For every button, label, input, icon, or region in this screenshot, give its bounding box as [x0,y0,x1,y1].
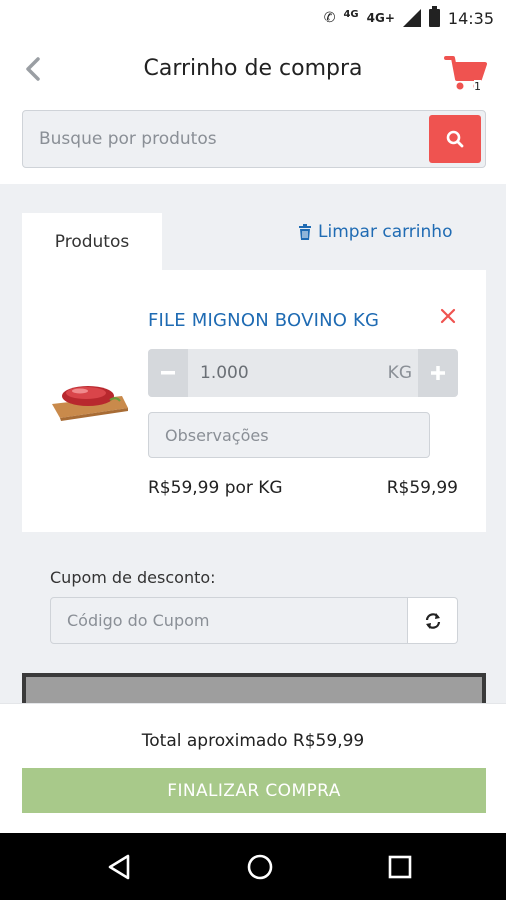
android-nav-bar [0,833,506,900]
quantity-stepper: 1.000 KG [148,349,458,397]
phone-call-icon: ✆ [323,10,336,26]
product-name[interactable]: FILE MIGNON BOVINO KG [148,310,379,331]
search-button[interactable] [429,115,481,163]
nav-back-icon[interactable] [104,851,136,883]
search-box [22,110,486,168]
network-type: 4G+ [366,11,395,25]
search-input[interactable] [23,111,429,167]
plus-icon [431,366,445,380]
network-type-small: 4G [343,8,359,20]
total-amount: Total aproximado R$59,99 [141,731,365,751]
coupon-label: Cupom de desconto: [50,568,216,587]
cart-count-badge: 1 [474,80,481,93]
clear-cart-label: Limpar carrinho [318,222,453,242]
line-total: R$59,99 [386,478,458,498]
coupon-section: Cupom de desconto: [22,532,486,674]
trash-icon [299,224,311,240]
quantity-value[interactable]: 1.000 [188,363,388,383]
unit-price: R$59,99 por KG [148,478,283,498]
remove-item-icon[interactable] [438,306,458,326]
checkout-bar: Total aproximado R$59,99 FINALIZAR COMPR… [0,703,506,833]
minus-icon [161,371,175,375]
signal-icon [402,9,421,27]
status-bar: ✆ 4G 4G+ 14:35 [0,0,506,36]
checkout-button[interactable]: FINALIZAR COMPRA [22,768,486,813]
refresh-icon [425,612,440,629]
quantity-unit: KG [387,363,412,383]
quantity-decrease-button[interactable] [148,349,188,397]
nav-recents-icon[interactable] [384,851,416,883]
quantity-increase-button[interactable] [418,349,458,397]
coupon-code-input[interactable] [50,597,408,644]
tab-products[interactable]: Produtos [22,213,162,271]
nav-home-icon[interactable] [244,851,276,883]
cart-item-card: FILE MIGNON BOVINO KG 1.000 KG R$59,99 p… [22,270,486,532]
page-title: Carrinho de compra [143,56,363,81]
search-icon [446,130,464,148]
product-image [50,374,130,424]
clear-cart-button[interactable]: Limpar carrinho [298,222,452,242]
apply-coupon-button[interactable] [408,597,458,644]
status-time: 14:35 [447,8,494,28]
battery-icon [428,6,440,27]
notes-input[interactable] [148,412,430,458]
cart-icon[interactable] [444,52,488,96]
